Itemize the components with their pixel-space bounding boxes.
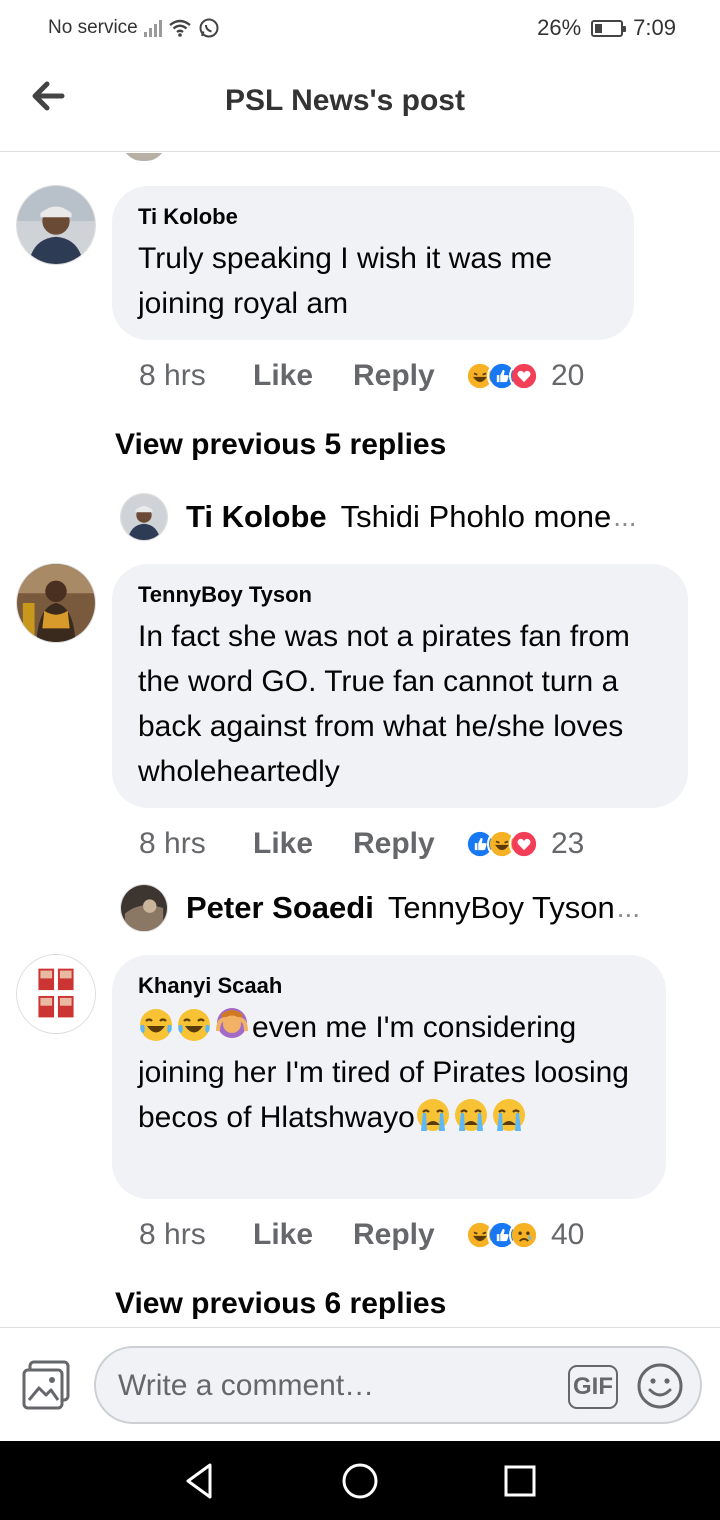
reply-button[interactable]: Reply	[353, 827, 465, 861]
tears-of-joy-emoji-icon	[178, 1009, 210, 1041]
love-reaction-icon	[509, 829, 539, 859]
reaction-count[interactable]: 23	[551, 827, 584, 861]
nav-home-button[interactable]	[338, 1459, 382, 1503]
reply-author[interactable]: Ti Kolobe	[186, 499, 327, 535]
like-button[interactable]: Like	[253, 359, 353, 393]
wifi-icon	[169, 19, 191, 37]
comment-actions: 8 hrs Like Reply 40	[139, 1215, 584, 1255]
avatar[interactable]	[16, 185, 96, 265]
circle-home-icon	[342, 1463, 378, 1499]
view-previous-replies-link[interactable]: View previous 5 replies	[115, 428, 446, 462]
comment-bubble[interactable]: TennyBoy Tyson In fact she was not a pir…	[112, 564, 688, 808]
photo-icon	[22, 1360, 70, 1410]
status-bar: No service 26% 7:09	[0, 0, 720, 56]
comment-input[interactable]	[118, 1366, 558, 1406]
battery-percent: 26%	[537, 15, 582, 40]
signal-icon	[143, 19, 162, 37]
comment-actions: 8 hrs Like Reply 23	[139, 824, 584, 864]
avatar[interactable]	[120, 493, 168, 541]
reply-ellipsis: ...	[613, 501, 637, 532]
square-recents-icon	[504, 1465, 536, 1497]
clock: 7:09	[633, 15, 676, 40]
like-button[interactable]: Like	[253, 827, 353, 861]
comment-text: Truly speaking I wish it was me joining …	[138, 242, 553, 320]
comment-text: In fact she was not a pirates fan from t…	[138, 620, 630, 788]
carrier-label: No service	[48, 17, 138, 38]
reply-ellipsis: ...	[616, 892, 641, 923]
reply-button[interactable]: Reply	[353, 359, 465, 393]
reply-snippet: TennyBoy Tyson	[387, 890, 615, 925]
gif-button[interactable]: GIF	[568, 1365, 618, 1409]
comment-bubble[interactable]: Ti Kolobe Truly speaking I wish it was m…	[112, 186, 634, 340]
avatar	[122, 153, 166, 161]
comment-author[interactable]: Ti Kolobe	[138, 204, 608, 230]
reply-snippet: Tshidi Phohlo mone	[340, 499, 612, 534]
comments-list[interactable]: Ti Kolobe Truly speaking I wish it was m…	[0, 153, 720, 1327]
comment-time: 8 hrs	[139, 827, 206, 860]
reply-button[interactable]: Reply	[353, 1218, 465, 1252]
nav-back-button[interactable]	[178, 1459, 222, 1503]
crying-face-emoji-icon	[492, 1099, 525, 1131]
reactions-summary[interactable]	[465, 361, 539, 391]
comment-time: 8 hrs	[139, 1218, 206, 1251]
comment-composer: GIF	[0, 1327, 720, 1441]
nav-recents-button[interactable]	[498, 1459, 542, 1503]
comment-bubble[interactable]: Khanyi Scaah even me I'm considering joi…	[112, 955, 666, 1199]
page-title: PSL News's post	[225, 84, 465, 117]
emoji-button[interactable]	[636, 1362, 684, 1410]
sad-reaction-icon	[509, 1220, 539, 1250]
crying-face-emoji-icon	[416, 1099, 449, 1131]
system-nav-bar	[0, 1441, 720, 1520]
comment-author[interactable]: Khanyi Scaah	[138, 973, 640, 999]
comment-field[interactable]: GIF	[94, 1346, 702, 1424]
view-previous-replies-link[interactable]: View previous 6 replies	[115, 1287, 446, 1321]
comment-text: even me I'm considering joining her I'm …	[138, 1005, 640, 1140]
reply-author[interactable]: Peter Soaedi	[186, 890, 374, 926]
reaction-count[interactable]: 40	[551, 1218, 584, 1252]
reaction-count[interactable]: 20	[551, 359, 584, 393]
reply-preview[interactable]: Ti Kolobe Tshidi Phohlo mone ...	[120, 492, 637, 542]
reactions-summary[interactable]	[465, 829, 539, 859]
page-header: PSL News's post	[0, 56, 720, 152]
reactions-summary[interactable]	[465, 1220, 539, 1250]
whatsapp-icon	[199, 18, 219, 38]
triangle-back-icon	[186, 1463, 212, 1499]
photo-button[interactable]	[20, 1358, 74, 1412]
avatar[interactable]	[120, 884, 168, 932]
smiley-icon	[637, 1363, 683, 1409]
reply-preview[interactable]: Peter Soaedi TennyBoy Tyson ...	[120, 883, 640, 933]
comment-time: 8 hrs	[139, 359, 206, 392]
person-facepalm-emoji-icon	[216, 1008, 248, 1038]
crying-face-emoji-icon	[454, 1099, 487, 1131]
tears-of-joy-emoji-icon	[140, 1009, 172, 1041]
comment-author[interactable]: TennyBoy Tyson	[138, 582, 662, 608]
battery-icon	[591, 19, 627, 37]
comment-actions: 8 hrs Like Reply 20	[139, 356, 584, 396]
like-button[interactable]: Like	[253, 1218, 353, 1252]
love-reaction-icon	[509, 361, 539, 391]
avatar[interactable]	[16, 954, 96, 1034]
avatar[interactable]	[16, 563, 96, 643]
